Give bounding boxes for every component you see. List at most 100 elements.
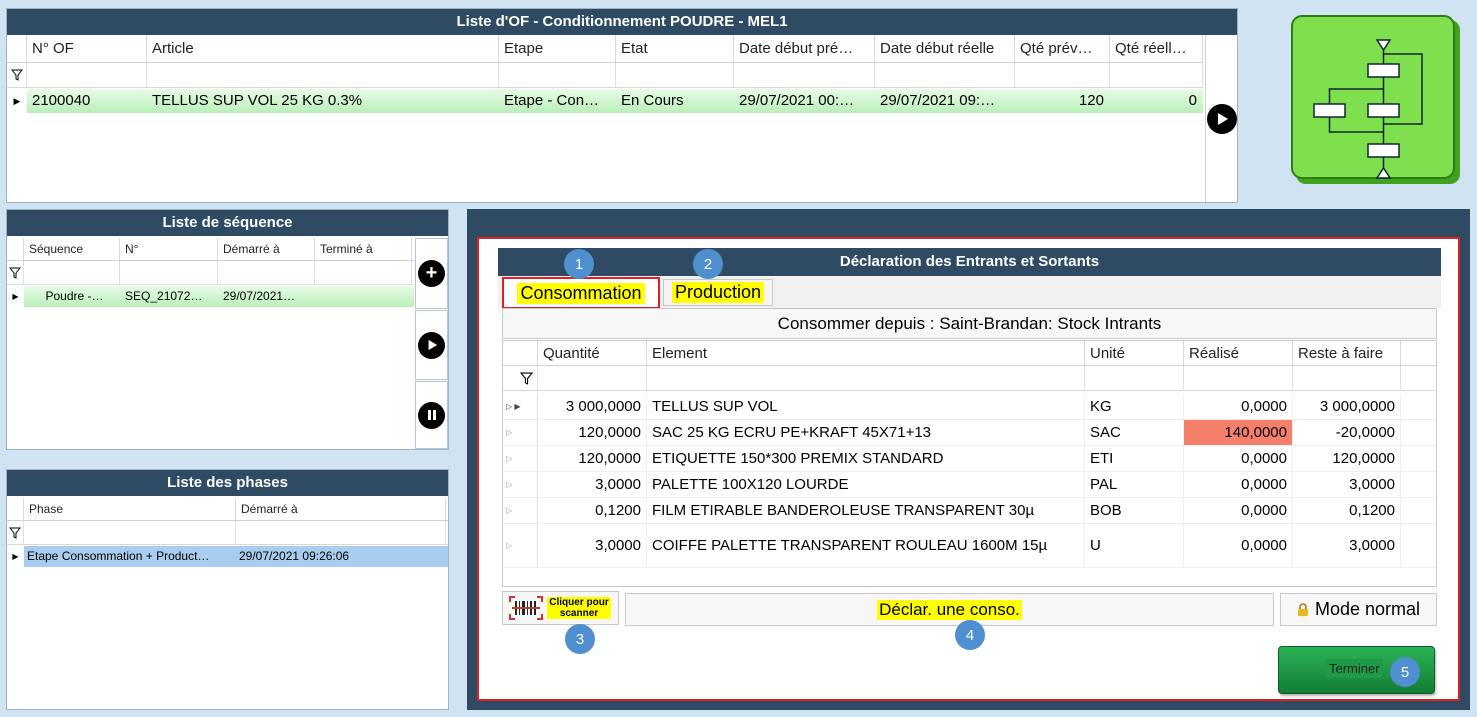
of-grid-header: N° OF Article Etape Etat Date début pré…… xyxy=(7,35,1203,63)
funnel-icon[interactable] xyxy=(503,366,538,390)
row-expand-icon[interactable]: ▷ xyxy=(503,524,538,567)
phases-panel-title: Liste des phases xyxy=(7,470,448,496)
col-sequence[interactable]: Séquence xyxy=(24,238,120,260)
row-remaining: 3,0000 xyxy=(1293,524,1401,567)
sequence-row[interactable]: ▶ Poudre -… SEQ_21072… 29/07/2021… xyxy=(7,286,414,307)
play-icon xyxy=(1217,112,1228,125)
play-circle xyxy=(418,331,445,359)
phase-name: Etape Consommation + Product… xyxy=(27,549,210,563)
row-quantity: 3,0000 xyxy=(538,472,647,497)
row-done: 0,0000 xyxy=(1184,524,1293,567)
tab-consommation-label: Consommation xyxy=(517,282,645,304)
of-etape: Etape - Con… xyxy=(504,92,600,109)
consumption-row[interactable]: ▷ 3,0000 PALETTE 100X120 LOURDE PAL 0,0000 3,… xyxy=(503,472,1436,498)
consumption-row[interactable]: ▷ ▶ 3 000,0000 TELLUS SUP VOL KG 0,0000 3 000… xyxy=(503,394,1436,420)
tab-consommation[interactable]: Consommation xyxy=(502,277,660,309)
of-article: TELLUS SUP VOL 25 KG 0.3% xyxy=(152,92,363,109)
consumption-filter-row xyxy=(503,366,1436,391)
row-expand-icon[interactable]: ▷ xyxy=(503,420,538,445)
consumption-row[interactable]: ▷ 3,0000 COIFFE PALETTE TRANSPARENT ROULEA… xyxy=(503,524,1436,568)
row-done: 0,0000 xyxy=(1184,446,1293,471)
tab-production[interactable]: Production xyxy=(663,279,773,306)
funnel-icon[interactable] xyxy=(7,261,24,284)
col-done[interactable]: Réalisé xyxy=(1184,341,1293,365)
mode-label: Mode normal xyxy=(1314,599,1421,619)
row-unit: KG xyxy=(1085,394,1184,419)
row-pointer-icon: ▶ xyxy=(7,546,24,567)
mode-button[interactable]: Mode normal xyxy=(1280,593,1437,626)
declare-consumption-field[interactable]: Déclar. une conso. xyxy=(625,593,1274,626)
phases-filter-row xyxy=(7,521,448,545)
col-unit[interactable]: Unité xyxy=(1085,341,1184,365)
sequence-panel-title: Liste de séquence xyxy=(7,210,448,236)
of-row[interactable]: ▶ 2100040 TELLUS SUP VOL 25 KG 0.3% Etap… xyxy=(7,89,1203,113)
col-of-number[interactable]: N° OF xyxy=(27,35,147,62)
of-panel: Liste d'OF - Conditionnement POUDRE - ME… xyxy=(6,8,1238,203)
consumption-row[interactable]: ▷ 0,1200 FILM ETIRABLE BANDEROLEUSE TRANSP… xyxy=(503,498,1436,524)
finish-button[interactable]: Terminer 5 xyxy=(1278,646,1435,694)
row-pointer-icon: ▶ xyxy=(7,89,27,113)
col-quantity[interactable]: Quantité xyxy=(538,341,647,365)
row-remaining: -20,0000 xyxy=(1293,420,1401,445)
col-date-prev[interactable]: Date début pré… xyxy=(734,35,875,62)
seq-ended xyxy=(315,286,412,307)
workflow-diagram-icon[interactable] xyxy=(1290,14,1466,190)
start-sequence-button[interactable] xyxy=(415,310,448,380)
row-remaining: 0,1200 xyxy=(1293,498,1401,523)
declare-consumption-label: Déclar. une conso. xyxy=(877,599,1022,620)
sequence-filter-row xyxy=(7,261,414,285)
row-remaining: 120,0000 xyxy=(1293,446,1401,471)
scan-button[interactable]: Cliquer pour scanner xyxy=(502,591,619,625)
consumption-grid-header: Quantité Element Unité Réalisé Reste à f… xyxy=(503,341,1436,366)
row-remaining: 3 000,0000 xyxy=(1293,394,1401,419)
of-qty-prev: 120 xyxy=(1078,92,1104,109)
col-seq-number[interactable]: N° xyxy=(120,238,218,260)
col-article[interactable]: Article xyxy=(147,35,499,62)
row-remaining: 3,0000 xyxy=(1293,472,1401,497)
scan-button-label: Cliquer pour scanner xyxy=(547,597,611,619)
row-expand-icon[interactable]: ▷ xyxy=(503,446,538,471)
add-sequence-button[interactable]: + xyxy=(415,238,448,309)
col-phase-started[interactable]: Démarré à xyxy=(236,498,446,520)
row-unit: SAC xyxy=(1085,420,1184,445)
col-etape[interactable]: Etape xyxy=(499,35,616,62)
phase-row[interactable]: ▶ Etape Consommation + Product… 29/07/20… xyxy=(7,546,448,567)
of-play-button[interactable] xyxy=(1206,103,1237,134)
callout-badge-2: 2 xyxy=(693,249,723,279)
of-date-prev: 29/07/2021 00:… xyxy=(739,92,855,109)
seq-started: 29/07/2021… xyxy=(223,289,296,303)
row-element: TELLUS SUP VOL xyxy=(647,394,1085,419)
row-expand-icon[interactable]: ▷ xyxy=(503,472,538,497)
lock-icon xyxy=(1297,602,1308,616)
row-element: PALETTE 100X120 LOURDE xyxy=(647,472,1085,497)
of-qty-real: 0 xyxy=(1188,92,1197,109)
row-quantity: 0,1200 xyxy=(538,498,647,523)
col-remaining[interactable]: Reste à faire xyxy=(1293,341,1401,365)
col-etat[interactable]: Etat xyxy=(616,35,734,62)
row-done: 0,0000 xyxy=(1184,472,1293,497)
col-seq-started[interactable]: Démarré à xyxy=(218,238,315,260)
col-date-real[interactable]: Date début réelle xyxy=(875,35,1015,62)
row-unit: U xyxy=(1085,524,1184,567)
row-done: 0,0000 xyxy=(1184,394,1293,419)
col-element[interactable]: Element xyxy=(647,341,1085,365)
row-expand-icon[interactable]: ▷ ▶ xyxy=(503,394,538,419)
callout-badge-4: 4 xyxy=(955,620,985,650)
consumption-row[interactable]: ▷ 120,0000 SAC 25 KG ECRU PE+KRAFT 45X71+1… xyxy=(503,420,1436,446)
col-qty-real[interactable]: Qté réell… xyxy=(1110,35,1203,62)
of-number: 2100040 xyxy=(32,92,91,109)
callout-badge-1: 1 xyxy=(564,249,594,279)
consumption-rows: ▷ ▶ 3 000,0000 TELLUS SUP VOL KG 0,0000 3 000… xyxy=(503,394,1436,568)
pause-circle xyxy=(418,401,445,429)
col-qty-prev[interactable]: Qté prév… xyxy=(1015,35,1110,62)
row-element: SAC 25 KG ECRU PE+KRAFT 45X71+13 xyxy=(647,420,1085,445)
col-seq-ended[interactable]: Terminé à xyxy=(315,238,412,260)
funnel-icon[interactable] xyxy=(7,521,24,544)
funnel-icon[interactable] xyxy=(7,63,27,87)
row-expand-icon[interactable]: ▷ xyxy=(503,498,538,523)
consumption-row[interactable]: ▷ 120,0000 ETIQUETTE 150*300 PREMIX STANDA… xyxy=(503,446,1436,472)
row-quantity: 3,0000 xyxy=(538,524,647,567)
row-unit: ETI xyxy=(1085,446,1184,471)
col-phase[interactable]: Phase xyxy=(24,498,236,520)
pause-sequence-button[interactable] xyxy=(415,381,448,449)
